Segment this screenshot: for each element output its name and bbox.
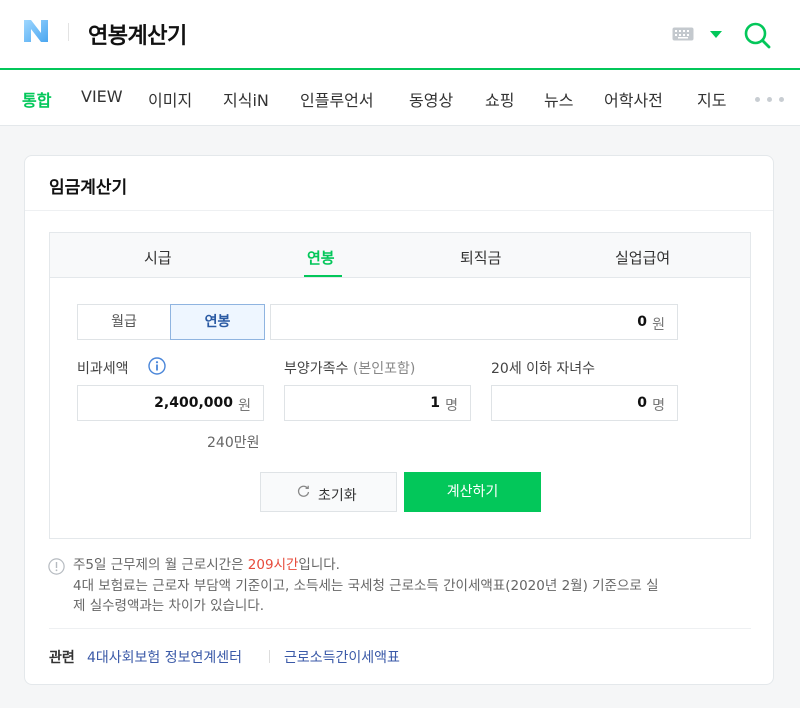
nontax-input[interactable]: 2,400,000 원 <box>77 385 264 421</box>
note-work-hours-pre: 주5일 근무제의 월 근로시간은 <box>73 557 248 573</box>
dependents-label-text: 부양가족수 <box>284 361 349 377</box>
related-link-insurance-center[interactable]: 4대사회보험 정보연계센터 <box>87 647 242 667</box>
reset-button[interactable]: 초기화 <box>260 472 397 512</box>
info-icon[interactable] <box>148 357 166 375</box>
tab-all[interactable]: 통합 <box>22 87 51 111</box>
annual-toggle[interactable]: 연봉 <box>170 304 265 340</box>
note-work-hours-post: 입니다. <box>298 557 340 573</box>
calculator-tabs: 시급 연봉 퇴직금 실업급여 <box>50 233 750 278</box>
tab-video[interactable]: 동영상 <box>409 87 453 111</box>
dependents-value: 1 <box>430 395 440 411</box>
tab-view[interactable]: VIEW <box>81 87 123 106</box>
tab-map[interactable]: 지도 <box>697 87 726 111</box>
reset-label: 초기화 <box>318 488 357 504</box>
divider <box>25 210 773 211</box>
link-separator <box>269 650 270 663</box>
keyboard-icon[interactable] <box>672 27 694 41</box>
note-work-hours: 주5일 근무제의 월 근로시간은 209시간입니다. <box>73 556 340 575</box>
children-value: 0 <box>637 395 647 411</box>
nontax-unit: 원 <box>238 398 251 414</box>
calculate-button[interactable]: 계산하기 <box>404 472 541 512</box>
notice-icon <box>48 558 65 575</box>
calc-tab-severance[interactable]: 퇴직금 <box>460 247 501 268</box>
active-tab-indicator <box>304 275 342 277</box>
note-insurance: 4대 보험료는 근로자 부담액 기준이고, 소득세는 국세청 근로소득 간이세액… <box>73 578 659 594</box>
salary-input[interactable]: 0 원 <box>270 304 678 340</box>
related-link-tax-table[interactable]: 근로소득간이세액표 <box>284 647 400 667</box>
more-tabs-icon[interactable] <box>755 97 785 103</box>
children-input[interactable]: 0 명 <box>491 385 678 421</box>
children-unit: 명 <box>652 398 665 414</box>
search-tabs: 통합 VIEW 이미지 지식iN 인플루언서 동영상 쇼핑 뉴스 어학사전 지도 <box>0 70 800 126</box>
salary-value: 0 <box>637 314 647 330</box>
search-icon[interactable] <box>742 20 772 50</box>
tab-influencer[interactable]: 인플루언서 <box>300 87 374 111</box>
refresh-icon <box>297 485 310 497</box>
note-work-hours-value: 209시간 <box>247 557 299 573</box>
dependents-label-sub: (본인포함) <box>352 361 416 377</box>
tab-knowledge[interactable]: 지식iN <box>223 87 269 111</box>
calc-tab-annual[interactable]: 연봉 <box>307 247 335 268</box>
search-query-text[interactable]: 연봉계산기 <box>88 18 187 50</box>
children-label: 20세 이하 자녀수 <box>491 361 595 377</box>
dependents-label: 부양가족수 (본인포함) <box>284 358 415 378</box>
note-insurance-cont: 제 실수령액과는 차이가 있습니다. <box>73 598 265 614</box>
tab-news[interactable]: 뉴스 <box>544 87 573 111</box>
tab-shopping[interactable]: 쇼핑 <box>485 87 514 111</box>
header-divider <box>68 23 69 41</box>
search-header: 연봉계산기 <box>0 0 800 68</box>
nontax-hint: 240만원 <box>207 435 260 451</box>
dependents-unit: 명 <box>445 398 458 414</box>
monthly-toggle[interactable]: 월급 <box>77 304 171 340</box>
tab-dictionary[interactable]: 어학사전 <box>604 87 663 111</box>
tab-images[interactable]: 이미지 <box>148 87 192 111</box>
wage-calculator-card: 임금계산기 시급 연봉 퇴직금 실업급여 월급 연봉 0 원 비과세액 부양가족… <box>24 155 774 685</box>
caret-down-icon[interactable] <box>709 29 723 39</box>
nontax-value: 2,400,000 <box>154 395 233 411</box>
calc-tab-hourly[interactable]: 시급 <box>144 247 172 268</box>
divider <box>49 628 751 629</box>
naver-logo[interactable] <box>22 18 50 44</box>
salary-unit: 원 <box>652 317 665 333</box>
card-title: 임금계산기 <box>49 178 128 198</box>
related-label: 관련 <box>49 650 75 666</box>
calc-tab-unemployment[interactable]: 실업급여 <box>615 247 670 268</box>
nontax-label: 비과세액 <box>77 361 129 377</box>
dependents-input[interactable]: 1 명 <box>284 385 471 421</box>
calculator-box: 시급 연봉 퇴직금 실업급여 월급 연봉 0 원 비과세액 부양가족수 (본인포… <box>49 232 751 539</box>
